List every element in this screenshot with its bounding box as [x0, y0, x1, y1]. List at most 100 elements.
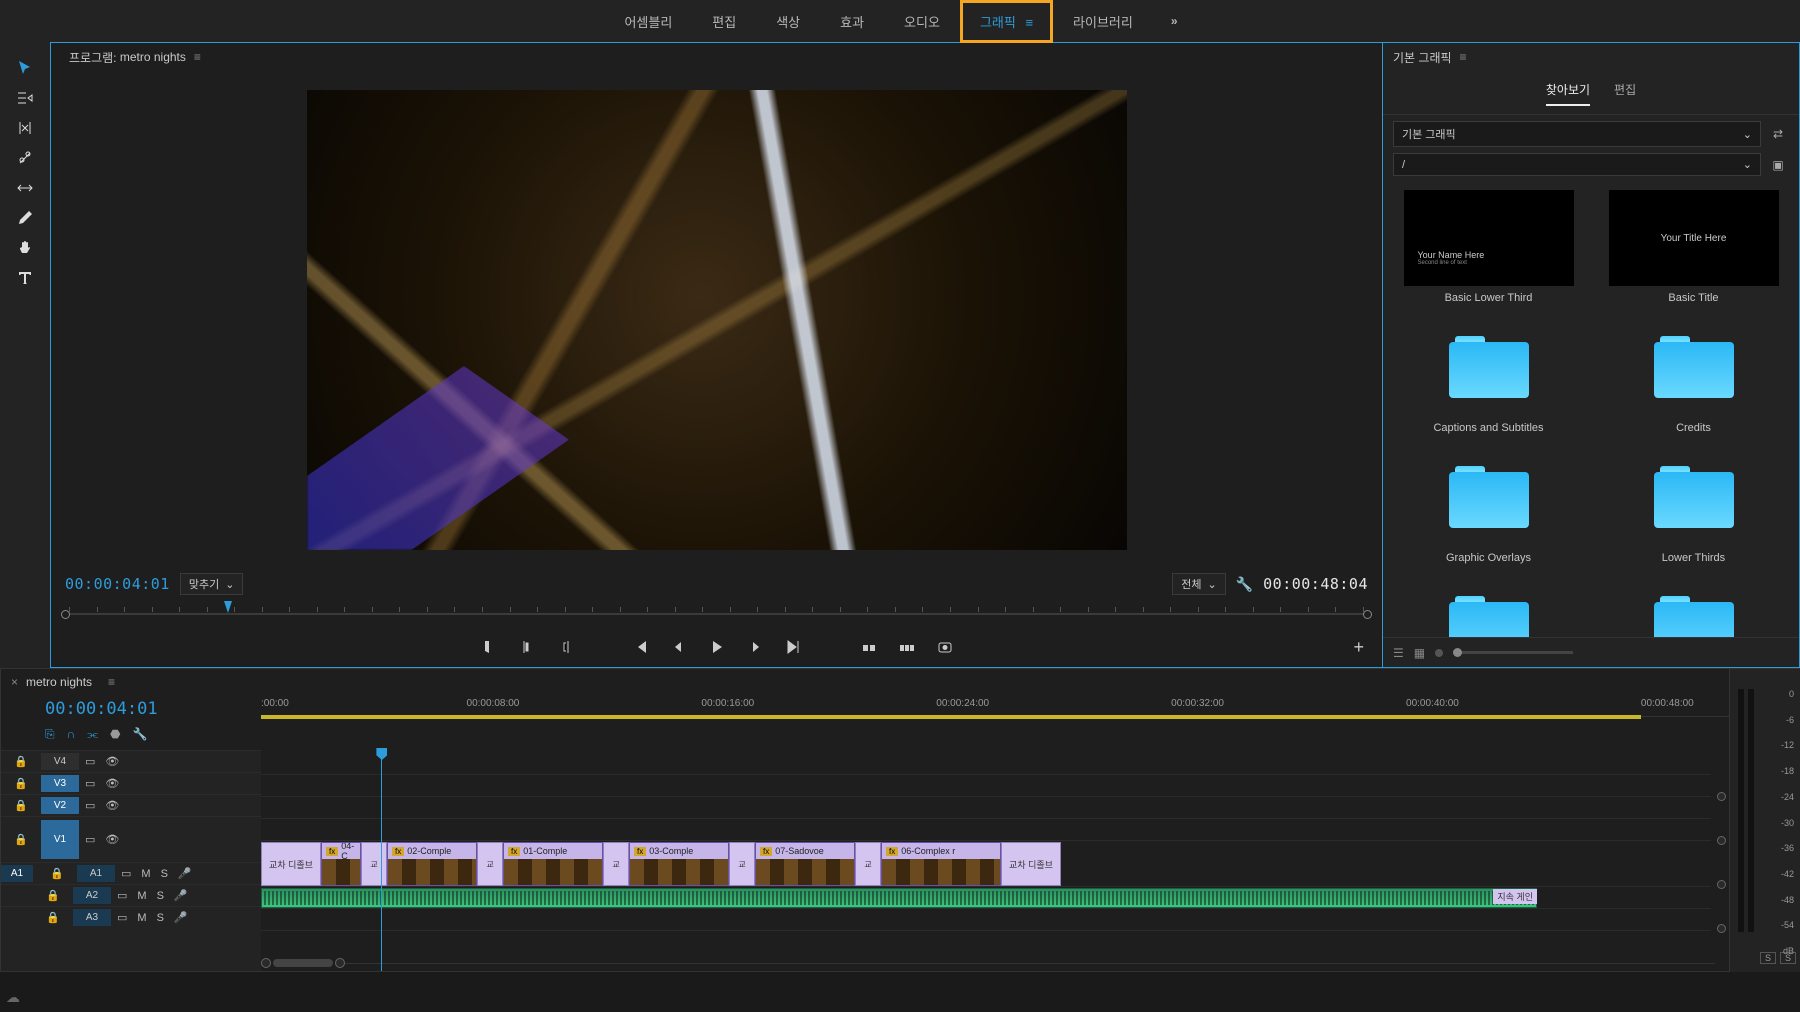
transition-clip[interactable]: 교	[603, 842, 629, 886]
mute-button[interactable]: M	[137, 890, 146, 902]
egp-item-basic-title[interactable]: Your Title Here Basic Title	[1598, 190, 1789, 304]
track-v2-label[interactable]: V2	[41, 797, 79, 814]
tab-browse[interactable]: 찾아보기	[1546, 81, 1590, 106]
solo-left[interactable]: S	[1760, 952, 1776, 964]
track-zoom-handles[interactable]	[1715, 774, 1729, 951]
timeline-playhead[interactable]	[381, 750, 382, 971]
video-clip[interactable]: fx07-Sadovoe	[755, 842, 855, 886]
folder-icon[interactable]: ▣	[1767, 154, 1789, 176]
slip-tool-icon[interactable]	[10, 176, 40, 200]
solo-button[interactable]: S	[157, 890, 164, 902]
go-to-out-icon[interactable]	[783, 637, 803, 657]
mark-clip-icon[interactable]	[555, 637, 575, 657]
thumb-size-slider[interactable]	[1453, 651, 1573, 654]
timeline-header[interactable]: × metro nights ≡	[1, 669, 1729, 695]
mark-out-icon[interactable]	[517, 637, 537, 657]
selection-tool-icon[interactable]	[10, 56, 40, 80]
creative-cloud-icon[interactable]: ☁	[6, 989, 20, 1006]
transition-clip[interactable]: 교	[729, 842, 755, 886]
track-v1-label[interactable]: V1	[41, 820, 79, 859]
marker-icon[interactable]: ⬣	[110, 727, 120, 742]
workspace-assembly[interactable]: 어셈블리	[604, 0, 692, 43]
snap-icon[interactable]: ∩	[67, 727, 76, 742]
timeline-ruler[interactable]: :00:00 00:00:08:00 00:00:16:00 00:00:24:…	[261, 695, 1729, 717]
linked-selection-icon[interactable]: ⫘	[87, 727, 98, 742]
egp-folder-social-media[interactable]: Social Media	[1598, 578, 1789, 637]
egp-library-dropdown[interactable]: 기본 그래픽⌄	[1393, 121, 1761, 147]
toggle-output-icon[interactable]: ▭	[85, 799, 95, 812]
export-frame-icon[interactable]	[935, 637, 955, 657]
track-a3-label[interactable]: A3	[73, 909, 111, 926]
audio-gain-label[interactable]: 지속 게인	[1493, 889, 1537, 904]
video-clip[interactable]: fx01-Comple	[503, 842, 603, 886]
voice-over-icon[interactable]: 🎤	[178, 867, 192, 880]
program-current-timecode[interactable]: 00:00:04:01	[65, 575, 170, 593]
track-v4-label[interactable]: V4	[41, 753, 79, 770]
workspace-effects[interactable]: 효과	[820, 0, 884, 43]
toggle-output-icon[interactable]: ▭	[121, 867, 131, 880]
solo-button[interactable]: S	[157, 912, 164, 924]
panel-menu-icon[interactable]: ≡	[1460, 50, 1467, 64]
program-panel-header[interactable]: 프로그램: metro nights ≡	[51, 43, 1382, 71]
timeline-current-timecode[interactable]: 00:00:04:01	[45, 699, 158, 719]
sync-icon[interactable]: ⇄	[1767, 123, 1789, 145]
workspace-overflow[interactable]: »	[1153, 2, 1196, 40]
egp-header[interactable]: 기본 그래픽 ≡	[1383, 43, 1799, 71]
mark-in-icon[interactable]	[479, 637, 499, 657]
go-to-in-icon[interactable]	[631, 637, 651, 657]
lock-icon[interactable]: 🔒	[1, 833, 41, 846]
step-forward-icon[interactable]	[745, 637, 765, 657]
eye-icon[interactable]: 👁	[105, 777, 119, 790]
voice-over-icon[interactable]: 🎤	[174, 911, 188, 924]
video-clip[interactable]: fx04-C	[321, 842, 361, 886]
toggle-output-icon[interactable]: ▭	[85, 833, 95, 846]
lift-icon[interactable]	[859, 637, 879, 657]
close-icon[interactable]: ×	[11, 675, 18, 689]
toggle-output-icon[interactable]: ▭	[85, 777, 95, 790]
lock-icon[interactable]: 🔒	[1, 777, 41, 790]
egp-item-basic-lower-third[interactable]: Your Name HereSecond line of text Basic …	[1393, 190, 1584, 304]
mute-button[interactable]: M	[141, 868, 150, 880]
lock-icon[interactable]: 🔒	[37, 867, 77, 880]
workspace-graphics[interactable]: 그래픽 ≡	[960, 0, 1053, 43]
insert-mode-icon[interactable]: ⎘	[45, 727, 55, 742]
transition-clip[interactable]: 교	[361, 842, 387, 886]
transition-clip[interactable]: 교	[477, 842, 503, 886]
mute-button[interactable]: M	[137, 912, 146, 924]
egp-folder-graphic-overlays[interactable]: Graphic Overlays	[1393, 448, 1584, 564]
thumb-size-knob[interactable]	[1435, 649, 1443, 657]
video-clip[interactable]: fx03-Comple	[629, 842, 729, 886]
list-view-icon[interactable]: ☰	[1393, 646, 1404, 660]
toggle-output-icon[interactable]: ▭	[117, 911, 127, 924]
solo-button[interactable]: S	[161, 868, 168, 880]
eye-icon[interactable]: 👁	[105, 799, 119, 812]
panel-menu-icon[interactable]: ≡	[194, 50, 201, 64]
lock-icon[interactable]: 🔒	[1, 755, 41, 768]
toggle-output-icon[interactable]: ▭	[117, 889, 127, 902]
step-back-icon[interactable]	[669, 637, 689, 657]
track-select-tool-icon[interactable]	[10, 86, 40, 110]
egp-folder-captions[interactable]: Captions and Subtitles	[1393, 318, 1584, 434]
panel-menu-icon[interactable]: ≡	[108, 675, 115, 689]
eye-icon[interactable]: 👁	[105, 755, 119, 768]
razor-tool-icon[interactable]	[10, 146, 40, 170]
egp-folder-slates[interactable]: Slates	[1393, 578, 1584, 637]
lock-icon[interactable]: 🔒	[33, 911, 73, 924]
type-tool-icon[interactable]	[10, 266, 40, 290]
toggle-output-icon[interactable]: ▭	[85, 755, 95, 768]
workspace-editing[interactable]: 편집	[692, 0, 756, 43]
resolution-dropdown[interactable]: 전체⌄	[1172, 573, 1225, 595]
ripple-edit-tool-icon[interactable]	[10, 116, 40, 140]
workspace-color[interactable]: 색상	[756, 0, 820, 43]
track-v3-label[interactable]: V3	[41, 775, 79, 792]
settings-icon[interactable]: 🔧	[133, 727, 148, 742]
track-a2-label[interactable]: A2	[73, 887, 111, 904]
lock-icon[interactable]: 🔒	[1, 799, 41, 812]
workspace-libraries[interactable]: 라이브러리	[1053, 0, 1153, 43]
lock-icon[interactable]: 🔒	[33, 889, 73, 902]
audio-clip[interactable]	[261, 888, 1537, 908]
transition-clip[interactable]: 교	[855, 842, 881, 886]
timeline-tracks[interactable]: 교차 디졸브 fx04-C 교 fx02-Comple 교 fx01-Compl…	[261, 750, 1729, 971]
hand-tool-icon[interactable]	[10, 236, 40, 260]
zoom-fit-dropdown[interactable]: 맞추기⌄	[180, 573, 244, 595]
